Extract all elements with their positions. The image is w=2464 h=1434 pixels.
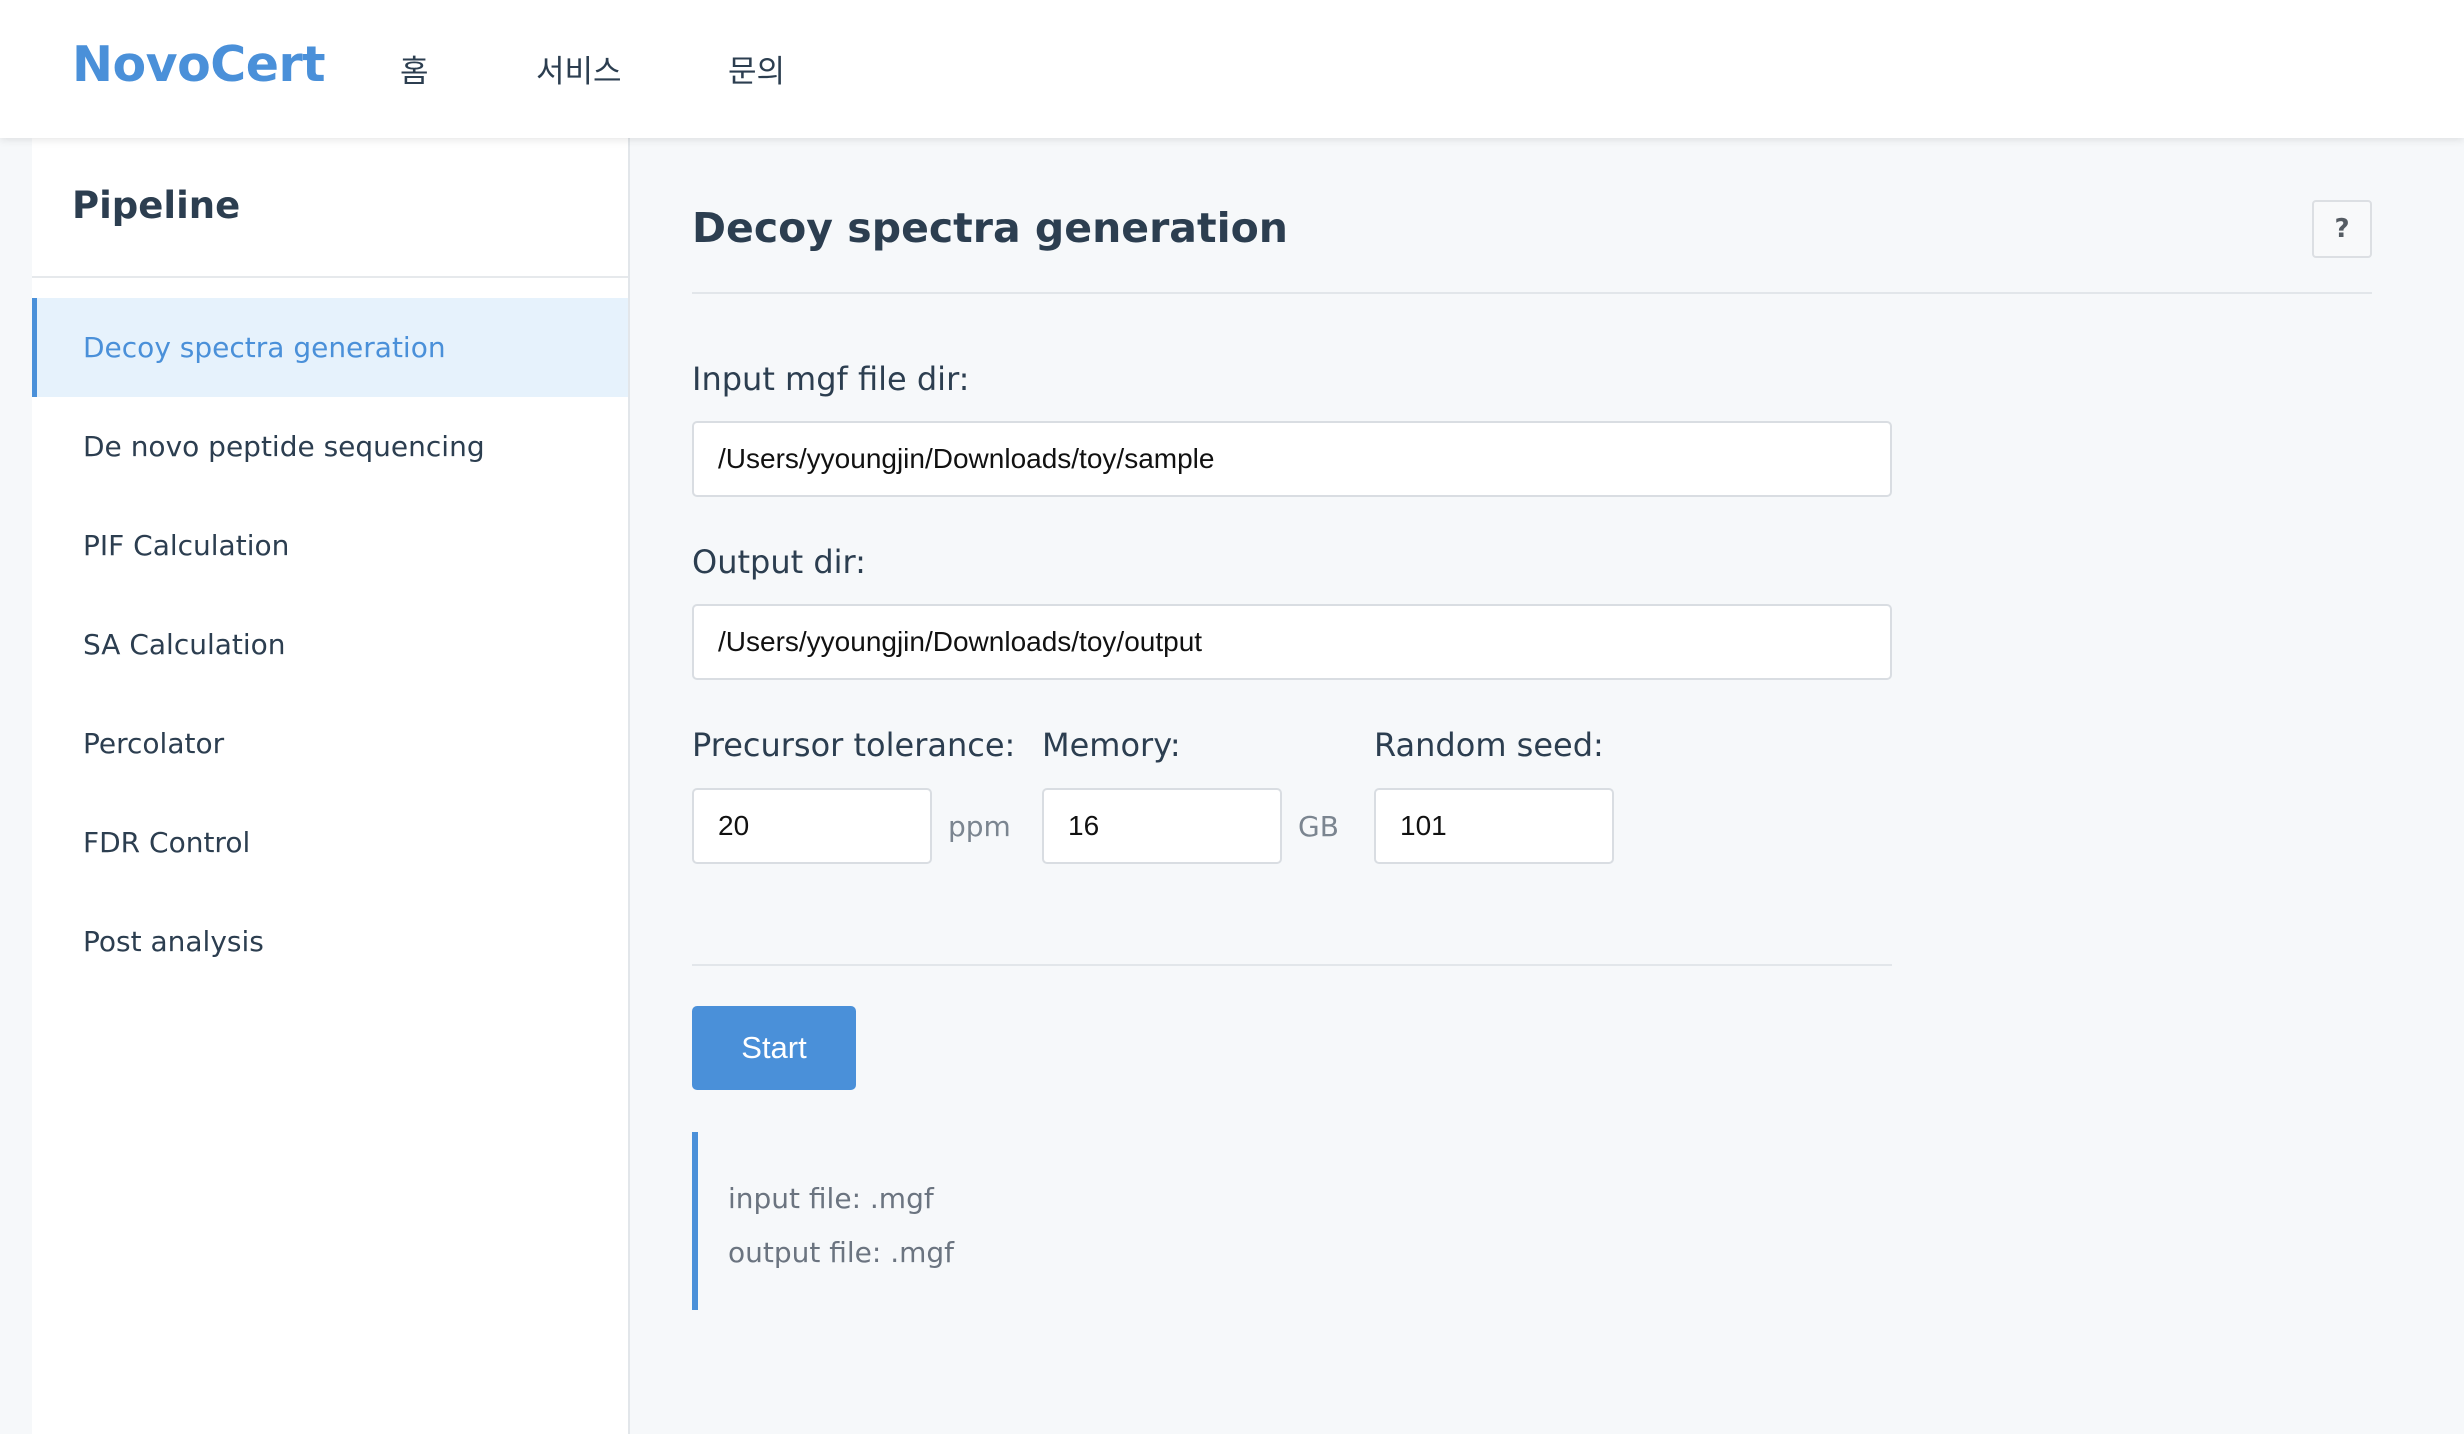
nav-contact[interactable]: 문의 [728, 46, 785, 91]
start-button[interactable]: Start [692, 1006, 856, 1090]
precursor-tolerance-label: Precursor tolerance: [692, 726, 1016, 764]
random-seed-field[interactable] [1374, 788, 1614, 864]
precursor-tolerance-field[interactable] [692, 788, 932, 864]
output-file-info: output file: .mgf [728, 1236, 955, 1269]
memory-field[interactable] [1042, 788, 1282, 864]
sidebar-item-percolator[interactable]: Percolator [32, 694, 628, 793]
brand-logo[interactable]: NovoCert [72, 36, 326, 93]
top-navbar: NovoCert 홈 서비스 문의 [0, 0, 2464, 138]
sidebar-item-pif-calculation[interactable]: PIF Calculation [32, 496, 628, 595]
output-dir-label: Output dir: [692, 543, 866, 581]
sidebar-item-decoy-spectra-generation[interactable]: Decoy spectra generation [32, 298, 628, 397]
ppm-unit-label: ppm [948, 810, 1011, 843]
sidebar-divider [32, 276, 628, 278]
random-seed-label: Random seed: [1374, 726, 1604, 764]
sidebar-item-sa-calculation[interactable]: SA Calculation [32, 595, 628, 694]
sidebar-title: Pipeline [72, 184, 241, 227]
sidebar-list: Decoy spectra generation De novo peptide… [32, 298, 628, 991]
form-divider [692, 964, 1892, 966]
sidebar-item-de-novo-peptide-sequencing[interactable]: De novo peptide sequencing [32, 397, 628, 496]
pipeline-sidebar: Pipeline Decoy spectra generation De nov… [32, 138, 630, 1434]
help-button[interactable]: ? [2312, 200, 2372, 258]
nav-services[interactable]: 서비스 [536, 46, 622, 91]
sidebar-item-fdr-control[interactable]: FDR Control [32, 793, 628, 892]
input-dir-field[interactable] [692, 421, 1892, 497]
input-file-info: input file: .mgf [728, 1182, 934, 1215]
output-dir-field[interactable] [692, 604, 1892, 680]
title-divider [692, 292, 2372, 294]
gb-unit-label: GB [1298, 810, 1339, 843]
memory-label: Memory: [1042, 726, 1181, 764]
main-content: Decoy spectra generation ? Input mgf fil… [632, 138, 2464, 1434]
input-dir-label: Input mgf file dir: [692, 360, 970, 398]
file-info-box: input file: .mgf output file: .mgf [692, 1132, 1252, 1310]
nav-home[interactable]: 홈 [400, 46, 429, 91]
page-title: Decoy spectra generation [692, 204, 1288, 252]
sidebar-item-post-analysis[interactable]: Post analysis [32, 892, 628, 991]
